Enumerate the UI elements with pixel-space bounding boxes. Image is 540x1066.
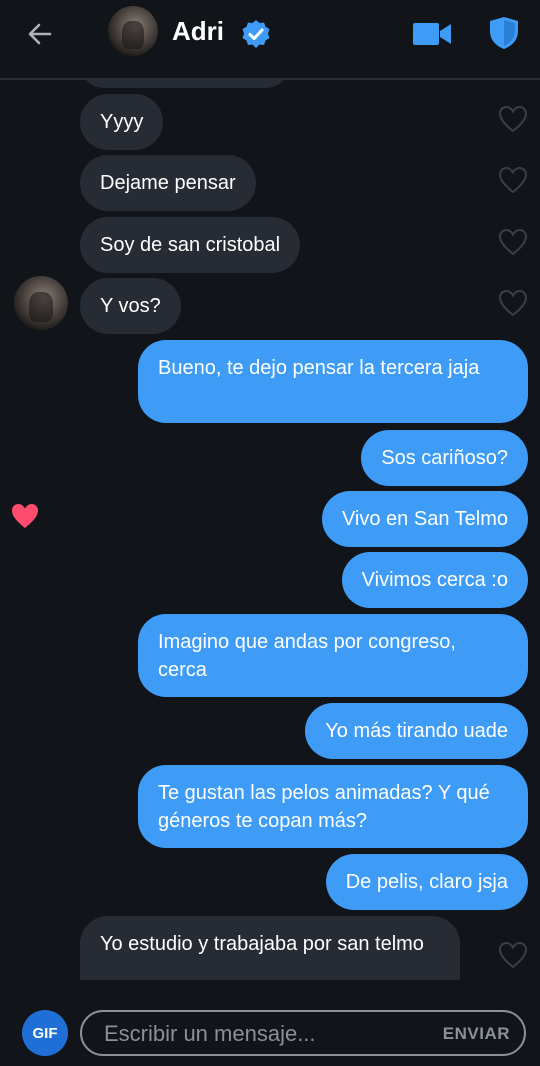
- message-bubble-outgoing[interactable]: Te gustan las pelos animadas? Y qué géne…: [138, 765, 528, 848]
- heart-filled-icon[interactable]: [10, 502, 40, 530]
- message-bubble-outgoing[interactable]: Sos cariñoso?: [361, 430, 528, 486]
- gif-button[interactable]: GIF: [22, 1010, 68, 1056]
- message-bubble-incoming[interactable]: Soy de san cristobal: [80, 217, 301, 273]
- message-input-placeholder: Escribir un mensaje...: [104, 1021, 316, 1046]
- message-bubble-incoming[interactable]: Yo estudio y trabajaba por san telmo: [80, 916, 460, 980]
- heart-outline-icon[interactable]: [498, 289, 528, 317]
- shield-icon[interactable]: [488, 16, 520, 50]
- message-bubble-outgoing[interactable]: Yo más tirando uade: [305, 703, 528, 759]
- heart-outline-icon[interactable]: [498, 166, 528, 194]
- contact-avatar[interactable]: [108, 6, 158, 56]
- back-arrow-icon[interactable]: [24, 18, 56, 50]
- verified-badge-icon: [242, 20, 270, 48]
- message-bubble-incoming[interactable]: Dejame pensar: [80, 155, 256, 211]
- chat-header: Adri: [0, 0, 540, 80]
- message-bubble-outgoing[interactable]: Bueno, te dejo pensar la tercera jaja: [138, 340, 528, 423]
- heart-outline-icon[interactable]: [498, 941, 528, 969]
- message-bubble-outgoing[interactable]: De pelis, claro jsja: [325, 854, 528, 910]
- video-call-icon[interactable]: [412, 20, 452, 48]
- send-button[interactable]: ENVIAR: [443, 1024, 510, 1044]
- heart-outline-icon[interactable]: [498, 105, 528, 133]
- message-input[interactable]: Escribir un mensaje... ENVIAR: [80, 1010, 526, 1056]
- message-bubble-outgoing[interactable]: Imagino que andas por congreso, cerca: [138, 614, 528, 697]
- contact-name[interactable]: Adri: [172, 16, 224, 47]
- message-bubble-outgoing[interactable]: Vivo en San Telmo: [321, 491, 528, 547]
- sender-avatar[interactable]: [14, 276, 68, 330]
- message-composer: GIF Escribir un mensaje... ENVIAR: [0, 990, 540, 1066]
- message-bubble-incoming[interactable]: Y vos?: [80, 278, 181, 334]
- message-list[interactable]: Yyyy Dejame pensar Soy de san cristobal …: [0, 80, 540, 980]
- message-bubble-outgoing[interactable]: Vivimos cerca :o: [341, 552, 528, 608]
- message-bubble-partial: [80, 80, 290, 88]
- heart-outline-icon[interactable]: [498, 228, 528, 256]
- message-bubble-incoming[interactable]: Yyyy: [80, 94, 164, 150]
